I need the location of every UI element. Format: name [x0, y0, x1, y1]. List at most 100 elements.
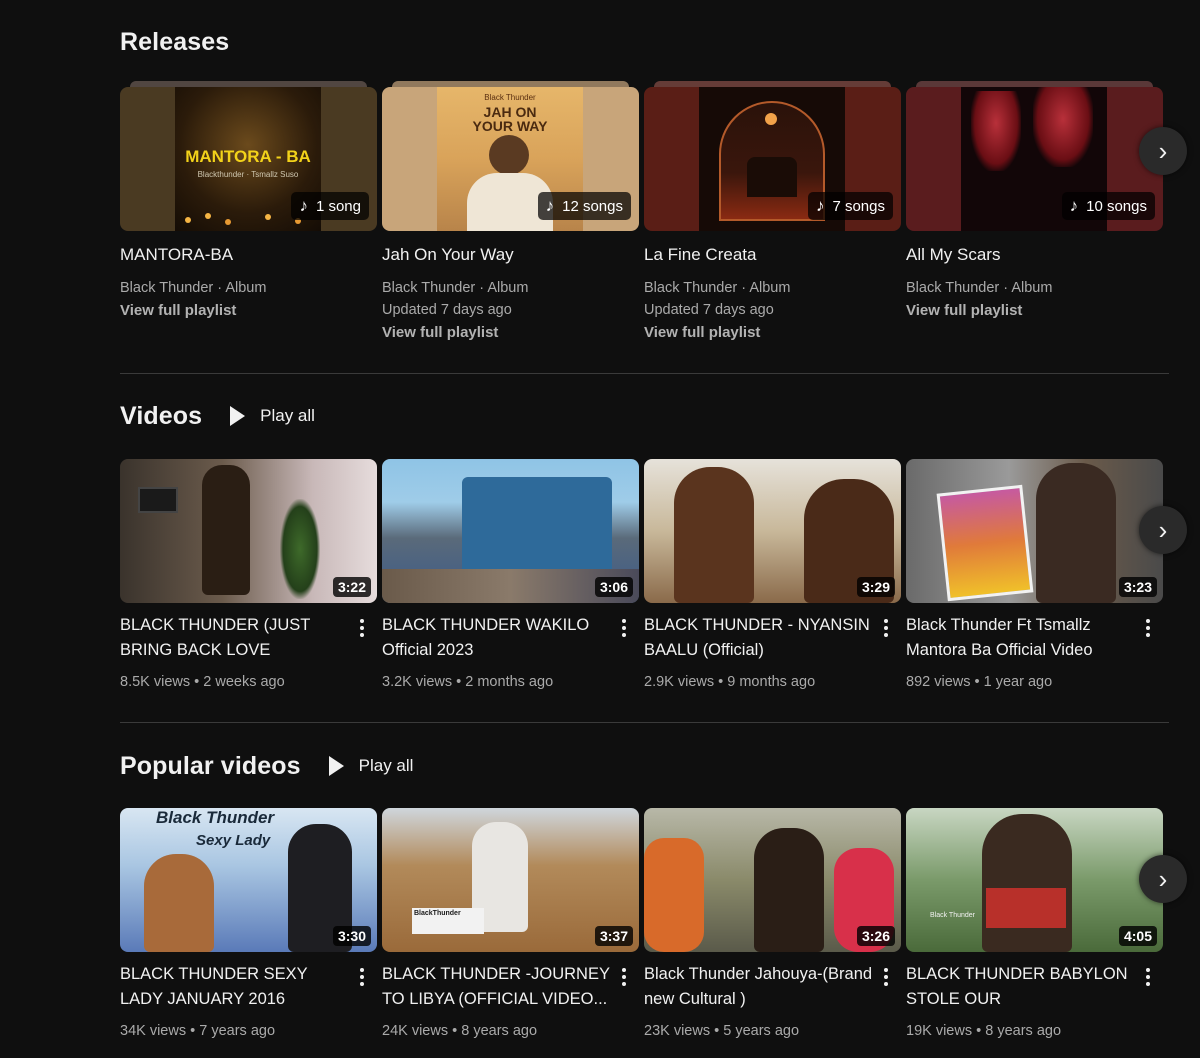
video-views: 8.5K views: [120, 674, 191, 690]
popular-play-all-button[interactable]: Play all: [328, 756, 414, 776]
video-card[interactable]: 3:23 Black Thunder Ft Tsmallz Mantora Ba…: [906, 459, 1163, 690]
video-thumbnail[interactable]: 3:29: [644, 459, 901, 603]
video-title[interactable]: Black Thunder Jahouya-(Brand new Cultura…: [644, 962, 874, 1012]
release-thumbnail[interactable]: ♪ 7 songs: [644, 87, 901, 231]
music-note-icon: ♪: [1069, 196, 1079, 215]
chevron-right-icon[interactable]: ›: [1139, 506, 1187, 554]
video-card[interactable]: Black Thunder Sexy Lady 3:30 BLACK THUND…: [120, 808, 377, 1039]
song-count-badge: ♪ 10 songs: [1061, 192, 1155, 220]
video-title[interactable]: BLACK THUNDER -JOURNEY TO LIBYA (OFFICIA…: [382, 962, 612, 1012]
video-title[interactable]: BLACK THUNDER WAKILO Official 2023: [382, 613, 612, 663]
video-thumbnail[interactable]: 3:06: [382, 459, 639, 603]
chevron-right-icon[interactable]: ›: [1139, 855, 1187, 903]
video-thumbnail[interactable]: 3:26: [644, 808, 901, 952]
thumbnail-caption: Black Thunder: [930, 912, 976, 919]
play-all-label: Play all: [358, 756, 414, 775]
video-thumbnail[interactable]: 3:23: [906, 459, 1163, 603]
release-title[interactable]: Jah On Your Way: [382, 243, 639, 267]
play-icon: [230, 406, 246, 426]
more-vert-icon[interactable]: [874, 962, 898, 1012]
view-full-playlist-link[interactable]: View full playlist: [120, 299, 377, 323]
video-views: 23K views: [644, 1023, 711, 1039]
person-graphic: [202, 465, 250, 595]
music-note-icon: ♪: [815, 196, 825, 215]
more-vert-icon[interactable]: [350, 613, 374, 663]
video-title[interactable]: BLACK THUNDER SEXY LADY JANUARY 2016 GAM…: [120, 962, 350, 1012]
thumbnail-caption: BlackThunder: [412, 908, 484, 934]
video-card[interactable]: 3:06 BLACK THUNDER WAKILO Official 2023 …: [382, 459, 639, 690]
view-full-playlist-link[interactable]: View full playlist: [644, 321, 901, 345]
video-views: 19K views: [906, 1023, 973, 1039]
video-card[interactable]: BlackThunder 3:37 BLACK THUNDER -JOURNEY…: [382, 808, 639, 1039]
more-vert-icon[interactable]: [1136, 613, 1160, 663]
video-title[interactable]: BLACK THUNDER - NYANSIN BAALU (Official): [644, 613, 874, 663]
video-card[interactable]: 3:29 BLACK THUNDER - NYANSIN BAALU (Offi…: [644, 459, 901, 690]
album-art-text: JAH ON YOUR WAY: [472, 104, 548, 134]
video-views: 34K views: [120, 1023, 187, 1039]
video-duration: 3:23: [1118, 577, 1157, 597]
more-vert-icon[interactable]: [612, 962, 636, 1012]
release-thumbnail[interactable]: ♪ 10 songs: [906, 87, 1163, 231]
more-vert-icon[interactable]: [350, 962, 374, 1012]
video-duration: 3:37: [594, 926, 633, 946]
more-vert-icon[interactable]: [612, 613, 636, 663]
release-thumbnail[interactable]: Black Thunder JAH ON YOUR WAY ♪ 12 songs: [382, 87, 639, 231]
release-updated: Updated 7 days ago: [644, 302, 774, 318]
video-duration: 4:05: [1118, 926, 1157, 946]
release-meta: Black Thunder · Album: [906, 280, 1053, 296]
video-thumbnail[interactable]: 3:22: [120, 459, 377, 603]
video-duration: 3:30: [332, 926, 371, 946]
artist-head: [489, 135, 529, 175]
view-full-playlist-link[interactable]: View full playlist: [382, 321, 639, 345]
release-thumbnail[interactable]: MANTORA - BA Blackthunder · Tsmallz Suso…: [120, 87, 377, 231]
video-views: 2.9K views: [644, 674, 715, 690]
video-card[interactable]: 3:22 BLACK THUNDER (JUST BRING BACK LOVE…: [120, 459, 377, 690]
release-title[interactable]: MANTORA-BA: [120, 243, 377, 267]
video-thumbnail[interactable]: BlackThunder 3:37: [382, 808, 639, 952]
section-divider: [120, 722, 1169, 723]
releases-row: MANTORA - BA Blackthunder · Tsmallz Suso…: [120, 81, 1168, 345]
video-age: 7 years ago: [199, 1023, 276, 1039]
video-age: 2 months ago: [465, 674, 554, 690]
video-age: 9 months ago: [727, 674, 816, 690]
video-title[interactable]: Black Thunder Ft Tsmallz Mantora Ba Offi…: [906, 613, 1136, 663]
song-count-badge: ♪ 12 songs: [537, 192, 631, 220]
video-meta: 23K views • 5 years ago: [644, 1023, 800, 1039]
release-card[interactable]: Black Thunder JAH ON YOUR WAY ♪ 12 songs …: [382, 81, 639, 345]
play-all-label: Play all: [260, 406, 315, 425]
video-meta: 34K views • 7 years ago: [120, 1023, 276, 1039]
release-card[interactable]: MANTORA - BA Blackthunder · Tsmallz Suso…: [120, 81, 377, 345]
more-vert-icon[interactable]: [1136, 962, 1160, 1012]
video-meta: 3.2K views • 2 months ago: [382, 674, 554, 690]
release-meta: Black Thunder · Album: [382, 280, 529, 296]
video-meta: 2.9K views • 9 months ago: [644, 674, 816, 690]
videos-section: Videos Play all: [120, 396, 1170, 436]
videos-play-all-button[interactable]: Play all: [230, 406, 315, 426]
video-card[interactable]: 3:26 Black Thunder Jahouya-(Brand new Cu…: [644, 808, 901, 1039]
more-vert-icon[interactable]: [874, 613, 898, 663]
truck-graphic: [462, 477, 612, 577]
music-note-icon: ♪: [545, 196, 555, 215]
videos-row: 3:22 BLACK THUNDER (JUST BRING BACK LOVE…: [120, 459, 1168, 690]
video-title[interactable]: BLACK THUNDER BABYLON STOLE OUR RIGHT(OF…: [906, 962, 1136, 1012]
video-views: 24K views: [382, 1023, 449, 1039]
video-card[interactable]: Black Thunder 4:05 BLACK THUNDER BABYLON…: [906, 808, 1163, 1039]
monitor-graphic: [138, 487, 178, 513]
release-card[interactable]: ♪ 10 songs All My Scars Black Thunder · A…: [906, 81, 1163, 345]
candles: [185, 217, 191, 223]
video-title[interactable]: BLACK THUNDER (JUST BRING BACK LOVE OFFI…: [120, 613, 350, 663]
play-icon: [328, 756, 344, 776]
person-graphic: [754, 828, 824, 952]
release-title[interactable]: La Fine Creata: [644, 243, 901, 267]
release-card[interactable]: ♪ 7 songs La Fine Creata Black Thunder · …: [644, 81, 901, 345]
chevron-right-icon[interactable]: ›: [1139, 127, 1187, 175]
thumbnail-text: Black Thunder: [156, 808, 275, 827]
popular-row: Black Thunder Sexy Lady 3:30 BLACK THUND…: [120, 808, 1168, 1039]
view-full-playlist-link[interactable]: View full playlist: [906, 299, 1163, 323]
song-count: 7 songs: [832, 197, 885, 215]
video-meta: 892 views • 1 year ago: [906, 674, 1053, 690]
video-age: 2 weeks ago: [203, 674, 285, 690]
video-thumbnail[interactable]: Black Thunder 4:05: [906, 808, 1163, 952]
release-title[interactable]: All My Scars: [906, 243, 1163, 267]
video-thumbnail[interactable]: Black Thunder Sexy Lady 3:30: [120, 808, 377, 952]
